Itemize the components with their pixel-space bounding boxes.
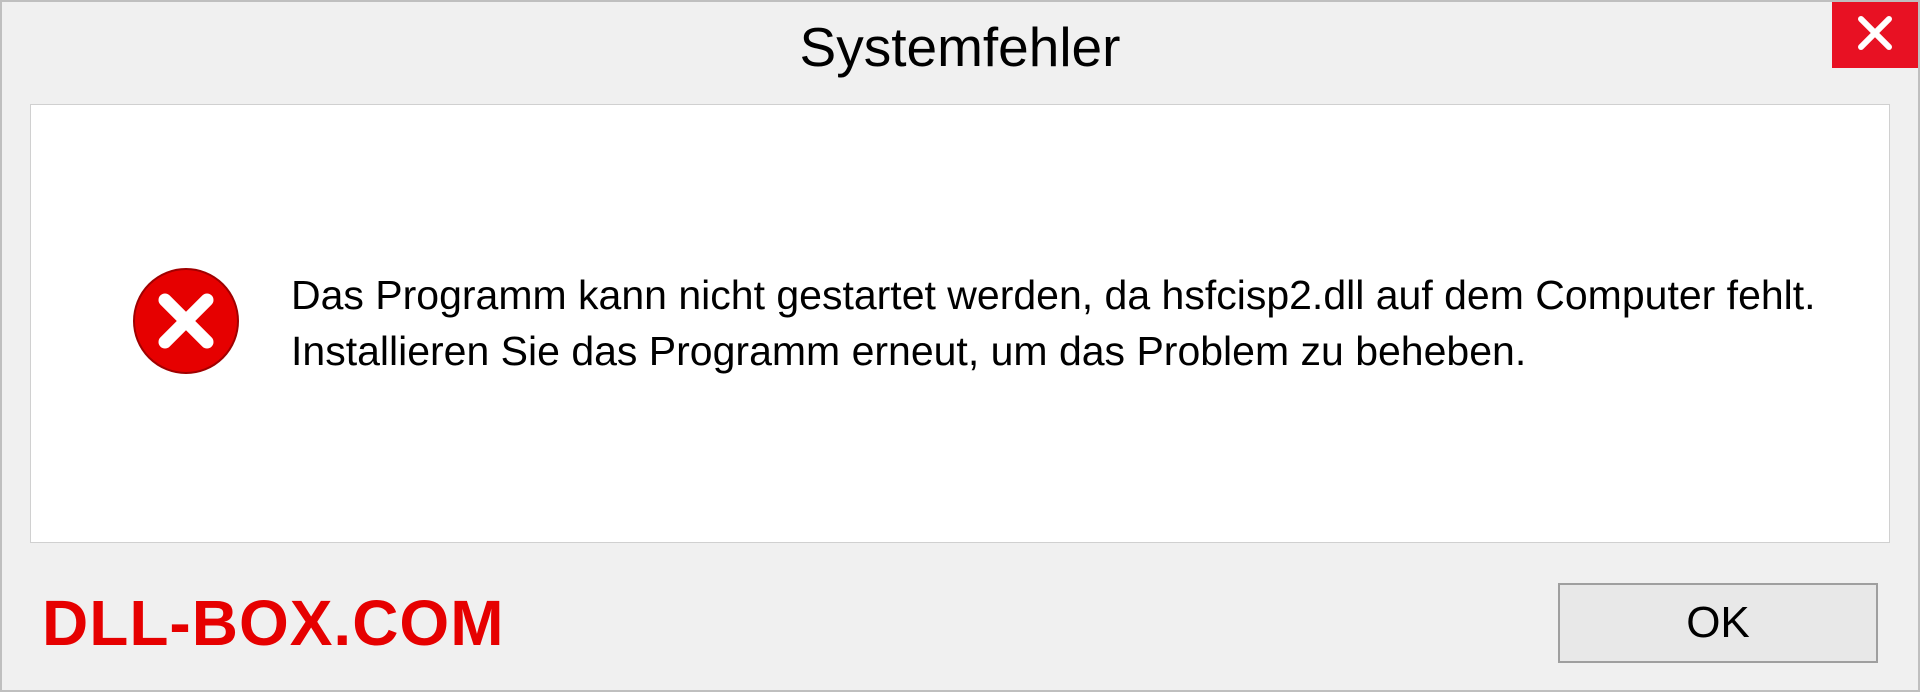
error-icon bbox=[131, 266, 241, 381]
dialog-title: Systemfehler bbox=[800, 15, 1121, 79]
titlebar: Systemfehler bbox=[2, 2, 1918, 92]
ok-button[interactable]: OK bbox=[1558, 583, 1878, 663]
close-button[interactable] bbox=[1832, 2, 1918, 68]
dialog-footer: DLL-BOX.COM OK bbox=[2, 555, 1918, 690]
error-message: Das Programm kann nicht gestartet werden… bbox=[291, 268, 1829, 379]
watermark-text: DLL-BOX.COM bbox=[42, 586, 505, 660]
error-dialog: Systemfehler Das Programm kann nicht ges… bbox=[0, 0, 1920, 692]
close-icon bbox=[1855, 13, 1895, 58]
content-panel: Das Programm kann nicht gestartet werden… bbox=[30, 104, 1890, 543]
